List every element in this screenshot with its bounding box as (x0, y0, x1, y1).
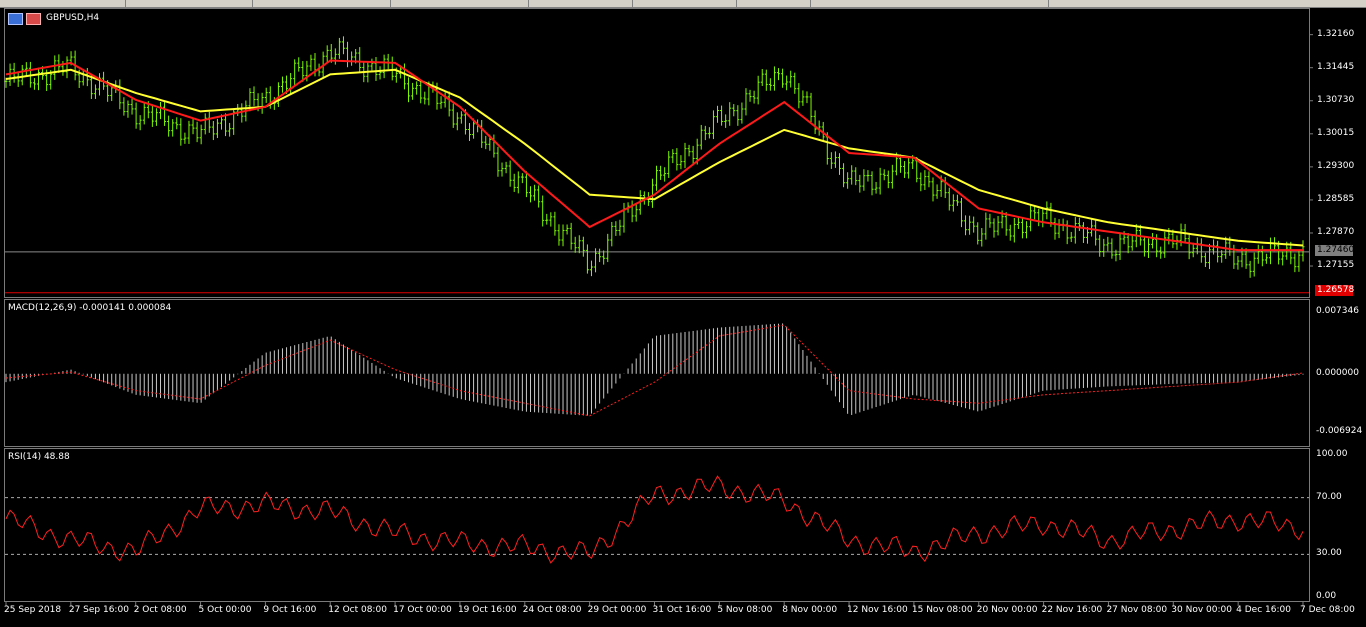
time-tick-label: 8 Nov 00:00 (782, 605, 838, 615)
price-tick-label: 1.27870 (1317, 226, 1355, 237)
rsi-tick-label: 70.00 (1316, 491, 1342, 502)
price-tick-label: 1.31445 (1317, 61, 1355, 72)
macd-title: MACD(12,26,9) -0.000141 0.000084 (8, 303, 172, 313)
time-tick-label: 5 Nov 08:00 (717, 605, 773, 615)
time-tick-label: 24 Oct 08:00 (522, 605, 582, 615)
macd-signal-line (5, 324, 1304, 417)
time-tick-label: 27 Sep 16:00 (68, 605, 129, 615)
time-tick-label: 12 Nov 16:00 (847, 605, 908, 615)
time-tick-label: 31 Oct 16:00 (652, 605, 712, 615)
time-tick-label: 30 Nov 00:00 (1171, 605, 1232, 615)
time-tick-label: 5 Oct 00:00 (198, 605, 252, 615)
macd-tick-label: 0.007346 (1316, 306, 1359, 316)
time-tick-label: 12 Oct 08:00 (328, 605, 387, 615)
time-tick-label: 7 Dec 08:00 (1300, 605, 1355, 615)
rsi-tick-label: 100.00 (1316, 449, 1348, 459)
rsi-line (5, 475, 1304, 564)
price-tick-label: 1.30730 (1317, 94, 1355, 105)
macd-tick-label: -0.006924 (1316, 426, 1363, 436)
time-tick-label: 22 Nov 16:00 (1041, 605, 1103, 615)
symbol-title: GBPUSD,H4 (46, 13, 100, 23)
rsi-tick-label: 30.00 (1316, 548, 1342, 559)
time-tick-label: 4 Dec 16:00 (1236, 605, 1291, 615)
time-tick-label: 27 Nov 08:00 (1106, 605, 1168, 615)
time-tick-label: 9 Oct 16:00 (263, 605, 317, 615)
rsi-title: RSI(14) 48.88 (8, 452, 70, 462)
chart-properties-icon[interactable] (26, 13, 41, 25)
red-level-tag: 1.26578 (1315, 285, 1355, 296)
price-tick-label: 1.29300 (1317, 160, 1355, 171)
macd-tick-label: 0.000000 (1316, 367, 1359, 378)
current-price-tag: 1.27460 (1315, 245, 1355, 256)
time-tick-label: 29 Oct 00:00 (587, 605, 647, 615)
price-tick-label: 1.30015 (1317, 127, 1355, 138)
time-tick-label: 20 Nov 00:00 (976, 605, 1038, 615)
time-tick-label: 2 Oct 08:00 (133, 605, 187, 615)
price-tick-label: 1.27155 (1317, 260, 1355, 271)
time-tick-label: 17 Oct 00:00 (393, 605, 452, 615)
price-tick-label: 1.32160 (1317, 28, 1355, 39)
time-tick-label: 25 Sep 2018 (4, 605, 62, 615)
chart-canvas[interactable] (0, 0, 1366, 627)
price-tick-label: 1.28585 (1317, 193, 1355, 204)
time-tick-label: 15 Nov 08:00 (911, 605, 973, 615)
chart-window-icon (8, 13, 23, 25)
ma-slow-line (5, 68, 1304, 247)
rsi-tick-label: 0.00 (1316, 591, 1337, 601)
time-tick-label: 19 Oct 16:00 (457, 605, 517, 615)
